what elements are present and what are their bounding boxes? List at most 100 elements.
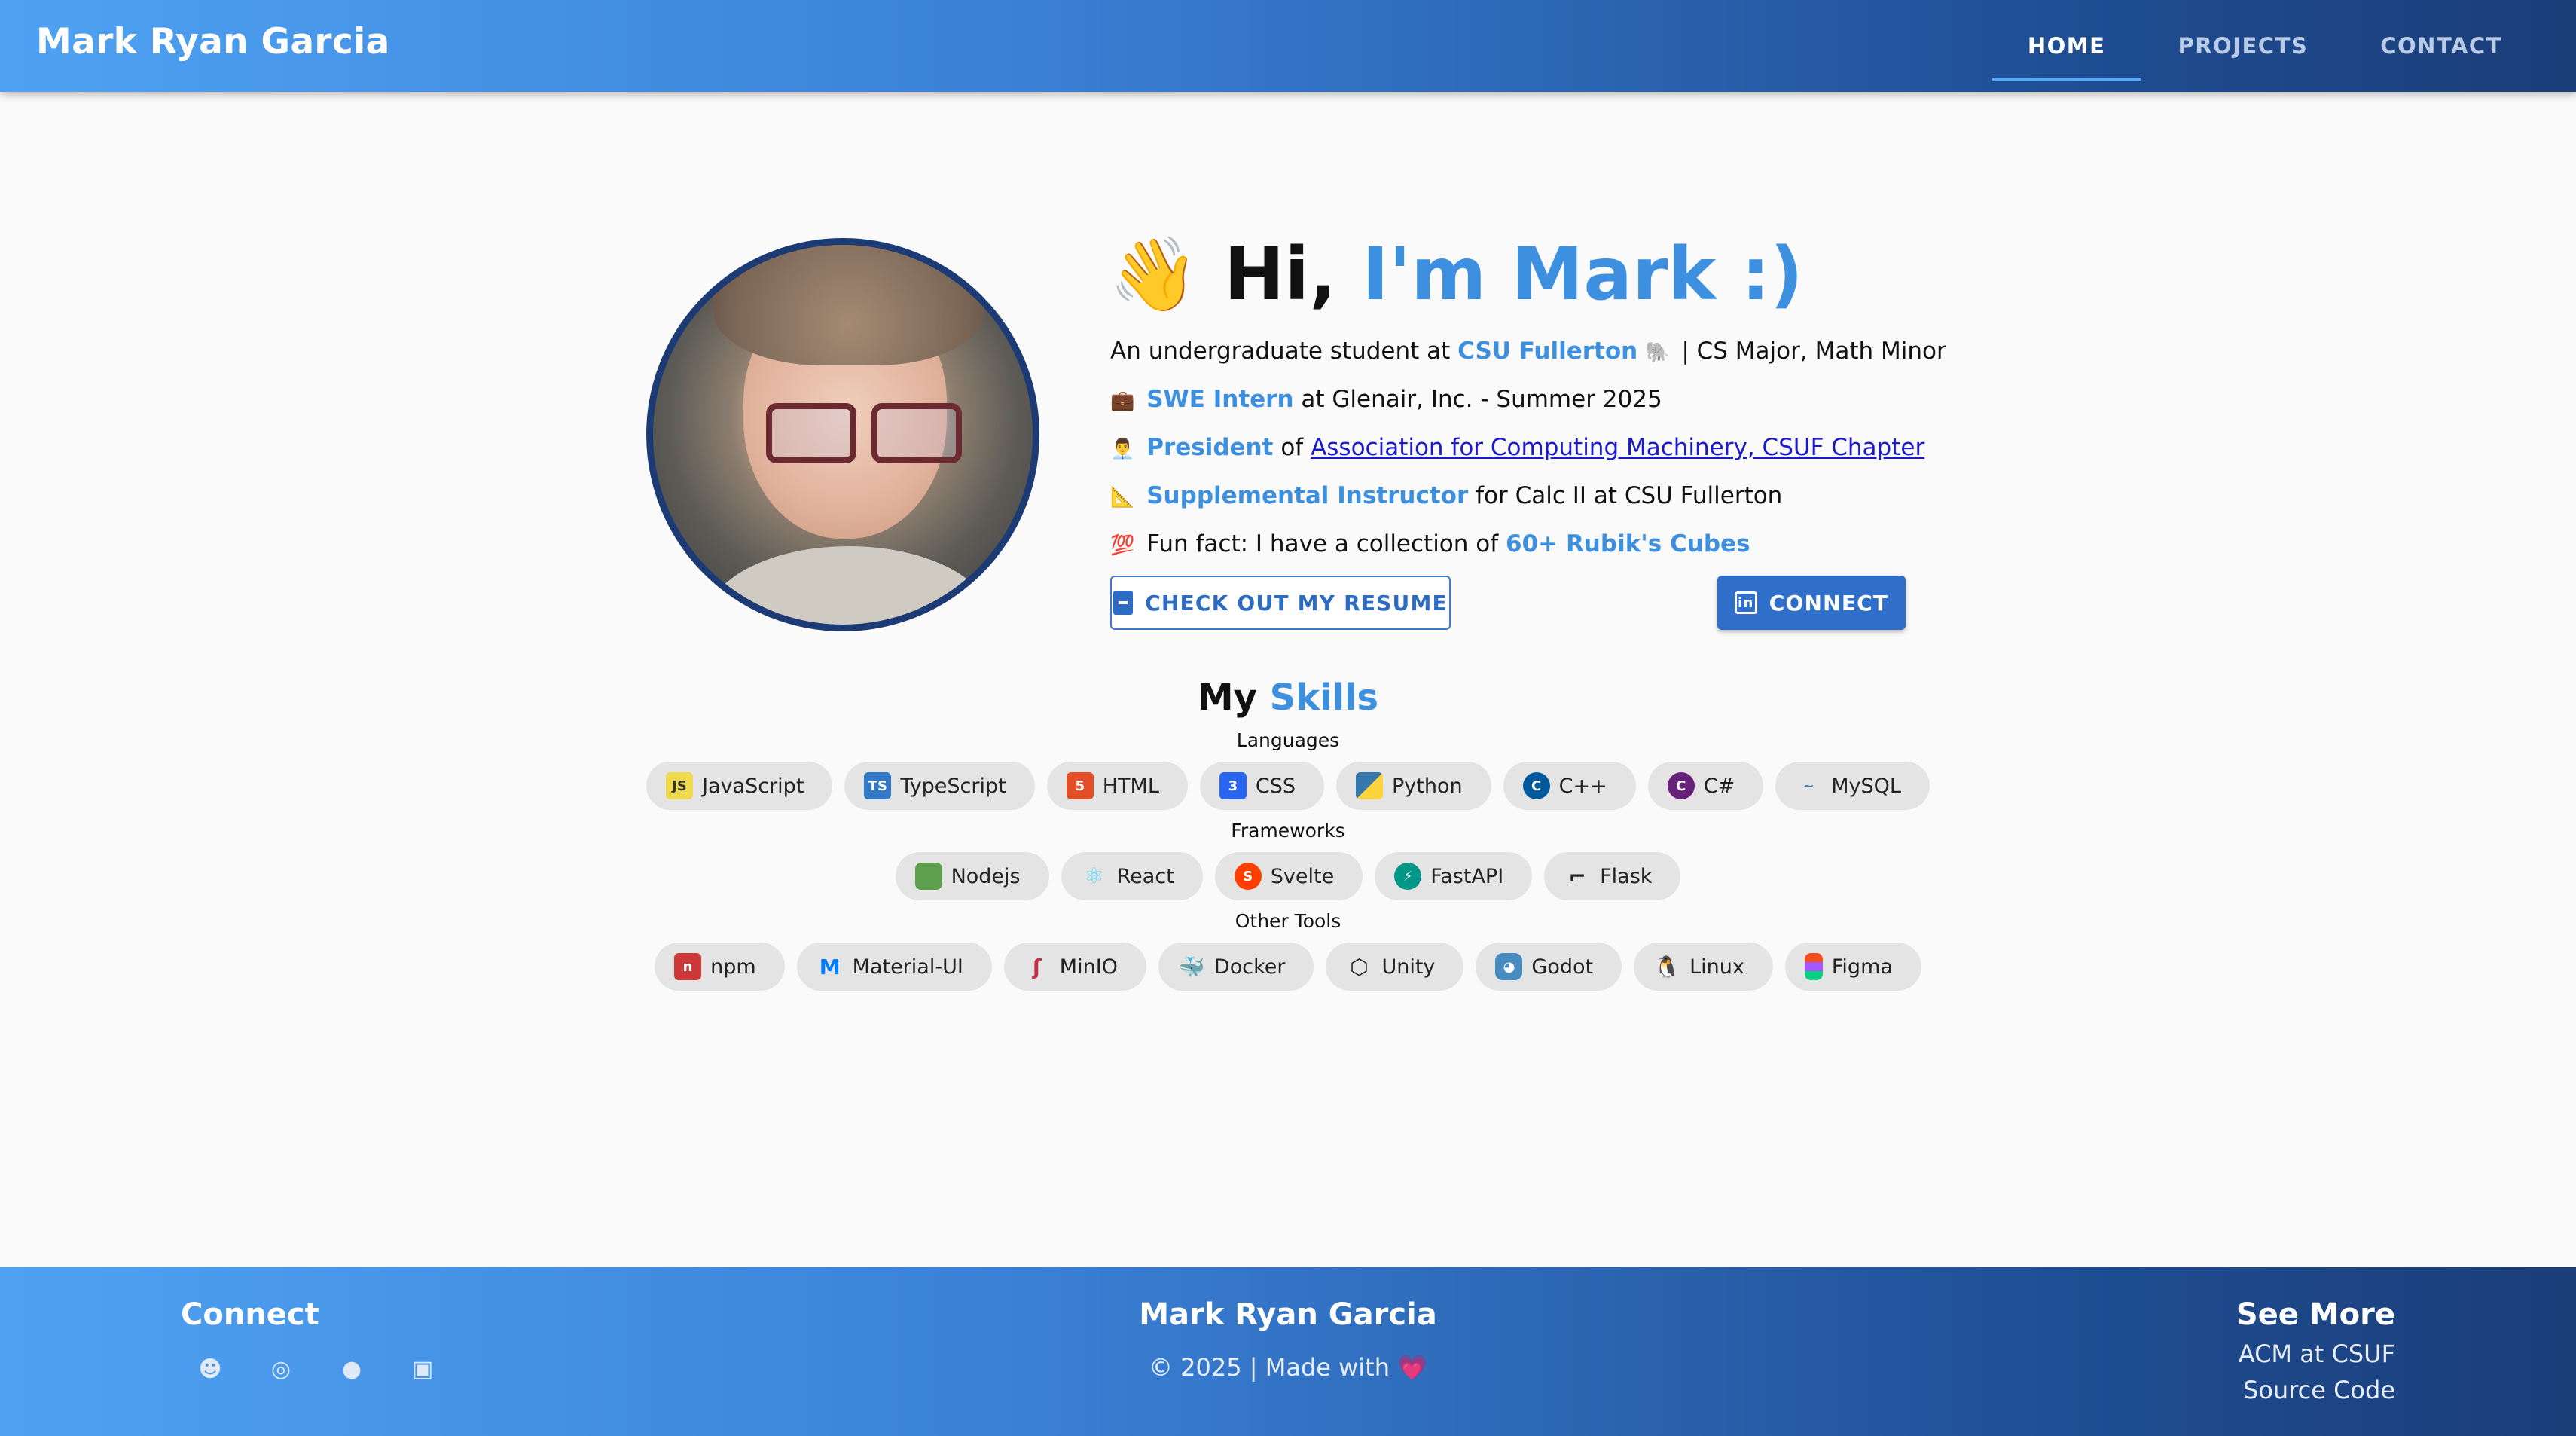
top-app-bar: Mark Ryan Garcia HOME PROJECTS CONTACT [0,0,2576,92]
unity-icon: ⬡ [1350,954,1369,979]
acm-link[interactable]: Association for Computing Machinery, CSU… [1311,434,1924,461]
nav-contact[interactable]: CONTACT [2344,0,2538,92]
bio-text: An undergraduate student at [1110,338,1451,365]
hundred-icon: 💯 [1110,534,1135,557]
skill-label: Linux [1689,955,1744,979]
mysql-dolphin-icon: ~ [1802,778,1814,794]
bio-line-funfact: 💯 Fun fact: I have a collection of 60+ R… [1110,527,1946,576]
minio-icon: ʃ [1032,954,1042,979]
skill-chip[interactable]: ~ MySQL [1775,762,1930,810]
skills-title: My Skills [0,677,2576,719]
python-icon [1356,772,1384,799]
react-icon: ⚛ [1084,863,1105,890]
skill-chip[interactable]: 3 CSS [1199,762,1325,810]
nav-projects[interactable]: PROJECTS [2141,0,2344,92]
skill-chip[interactable]: 5 HTML [1046,762,1188,810]
triangle-ruler-icon: 📐 [1110,486,1135,509]
css3-icon: 3 [1219,772,1247,799]
skill-chip[interactable]: 🐳 Docker [1158,943,1314,991]
skill-chip[interactable]: JS JavaScript [646,762,833,810]
bio-line-student: An undergraduate student at CSU Fullerto… [1110,335,1946,383]
nodejs-icon [914,863,942,890]
skill-label: Godot [1531,955,1594,979]
skill-chip[interactable]: S Svelte [1214,852,1363,900]
bio-accent-role: President [1146,434,1274,461]
hero-title-accent: I'm Mark :) [1362,232,1803,316]
footer-see-more: See More ACM at CSUF Source Code [2236,1297,2395,1404]
skill-chip[interactable]: n npm [655,943,785,991]
docker-icon: 🐳 [1178,954,1205,979]
bio-text: for Calc II at CSU Fullerton [1476,482,1783,509]
skills-title-prefix: My [1197,677,1257,719]
site-brand[interactable]: Mark Ryan Garcia [36,21,390,63]
hero-title-prefix: Hi, [1223,232,1337,316]
skill-label: FastAPI [1430,864,1504,888]
hero-bio: An undergraduate student at CSU Fullerto… [1110,335,1946,576]
skill-label: CSS [1255,774,1296,798]
flask-icon: ⌐ [1568,863,1586,889]
skill-label: Nodejs [951,864,1021,888]
acm-csuf-link[interactable]: ACM at CSUF [2236,1340,2395,1368]
nav-home[interactable]: HOME [1991,0,2142,92]
skill-label: Svelte [1270,864,1335,888]
bio-text: of [1280,434,1304,461]
photo-shirt [706,546,992,625]
cpp-icon: C [1522,772,1550,799]
skill-chip[interactable]: 🐧 Linux [1634,943,1773,991]
skills-title-accent: Skills [1269,677,1379,719]
source-code-link[interactable]: Source Code [2236,1376,2395,1404]
skill-label: npm [710,955,756,979]
skill-label: Python [1392,774,1463,798]
skill-label: JavaScript [702,774,804,798]
connect-button[interactable]: in CONNECT [1717,576,1906,630]
skill-chip[interactable]: TS TypeScript [844,762,1035,810]
bio-text: Fun fact: I have a collection of [1146,530,1499,558]
fastapi-icon: ⚡ [1394,863,1422,890]
photo-glasses-left [766,403,856,463]
bio-accent-school: CSU Fullerton [1457,338,1638,365]
skill-group-label: Other Tools [1235,910,1341,932]
see-more-title: See More [2236,1297,2395,1332]
document-icon [1113,591,1134,615]
profile-photo [646,238,1039,631]
typescript-icon: TS [864,772,892,799]
javascript-icon: JS [666,772,694,799]
figma-icon [1804,953,1823,980]
linux-tux-icon: 🐧 [1653,954,1680,979]
html5-icon: 5 [1066,772,1094,799]
godot-icon: ◕ [1495,953,1523,980]
skill-chip[interactable]: M Material-UI [796,943,992,991]
wave-emoji-icon: 👋 [1109,232,1199,316]
footer-copyright: © 2025 | Made with 💗 [0,1353,2576,1382]
photo-glasses-right [871,403,962,463]
csharp-icon: C [1667,772,1695,799]
material-ui-icon: M [819,954,841,979]
resume-button-label: CHECK OUT MY RESUME [1145,590,1448,616]
bio-text: | CS Major, Math Minor [1681,338,1946,365]
skill-label: Figma [1831,955,1893,979]
skill-chip[interactable]: Nodejs [895,852,1049,900]
skill-chip[interactable]: ʃ MinIO [1003,943,1146,991]
tools-chip-row: n npm M Material-UI ʃ MinIO 🐳 Docker ⬡ Unity … [0,943,2576,991]
heart-icon: 💗 [1397,1353,1428,1382]
npm-icon: n [674,953,702,980]
bio-accent-role: Supplemental Instructor [1146,482,1469,509]
skill-chip[interactable]: ⌐ Flask [1544,852,1681,900]
skill-chip[interactable]: C C++ [1503,762,1636,810]
skill-chip[interactable]: ⚛ React [1061,852,1203,900]
resume-button[interactable]: CHECK OUT MY RESUME [1110,576,1451,630]
skill-chip[interactable]: ⚡ FastAPI [1375,852,1533,900]
skill-chip[interactable]: Python [1336,762,1491,810]
skill-chip[interactable]: ◕ Godot [1476,943,1622,991]
svelte-icon: S [1234,863,1262,890]
languages-chip-row: JS JavaScript TS TypeScript 5 HTML 3 CSS Pyt… [0,762,2576,810]
skill-group-label: Languages [1236,729,1340,751]
skill-label: C++ [1558,774,1607,798]
copyright-text: © 2025 | Made with [1148,1353,1390,1382]
hero-title: 👋 Hi, I'm Mark :) [1109,232,1803,317]
skill-label: HTML [1102,774,1159,798]
skill-chip[interactable]: C C# [1647,762,1764,810]
skill-chip[interactable]: ⬡ Unity [1326,943,1464,991]
skill-label: TypeScript [900,774,1006,798]
skill-chip[interactable]: Figma [1784,943,1921,991]
